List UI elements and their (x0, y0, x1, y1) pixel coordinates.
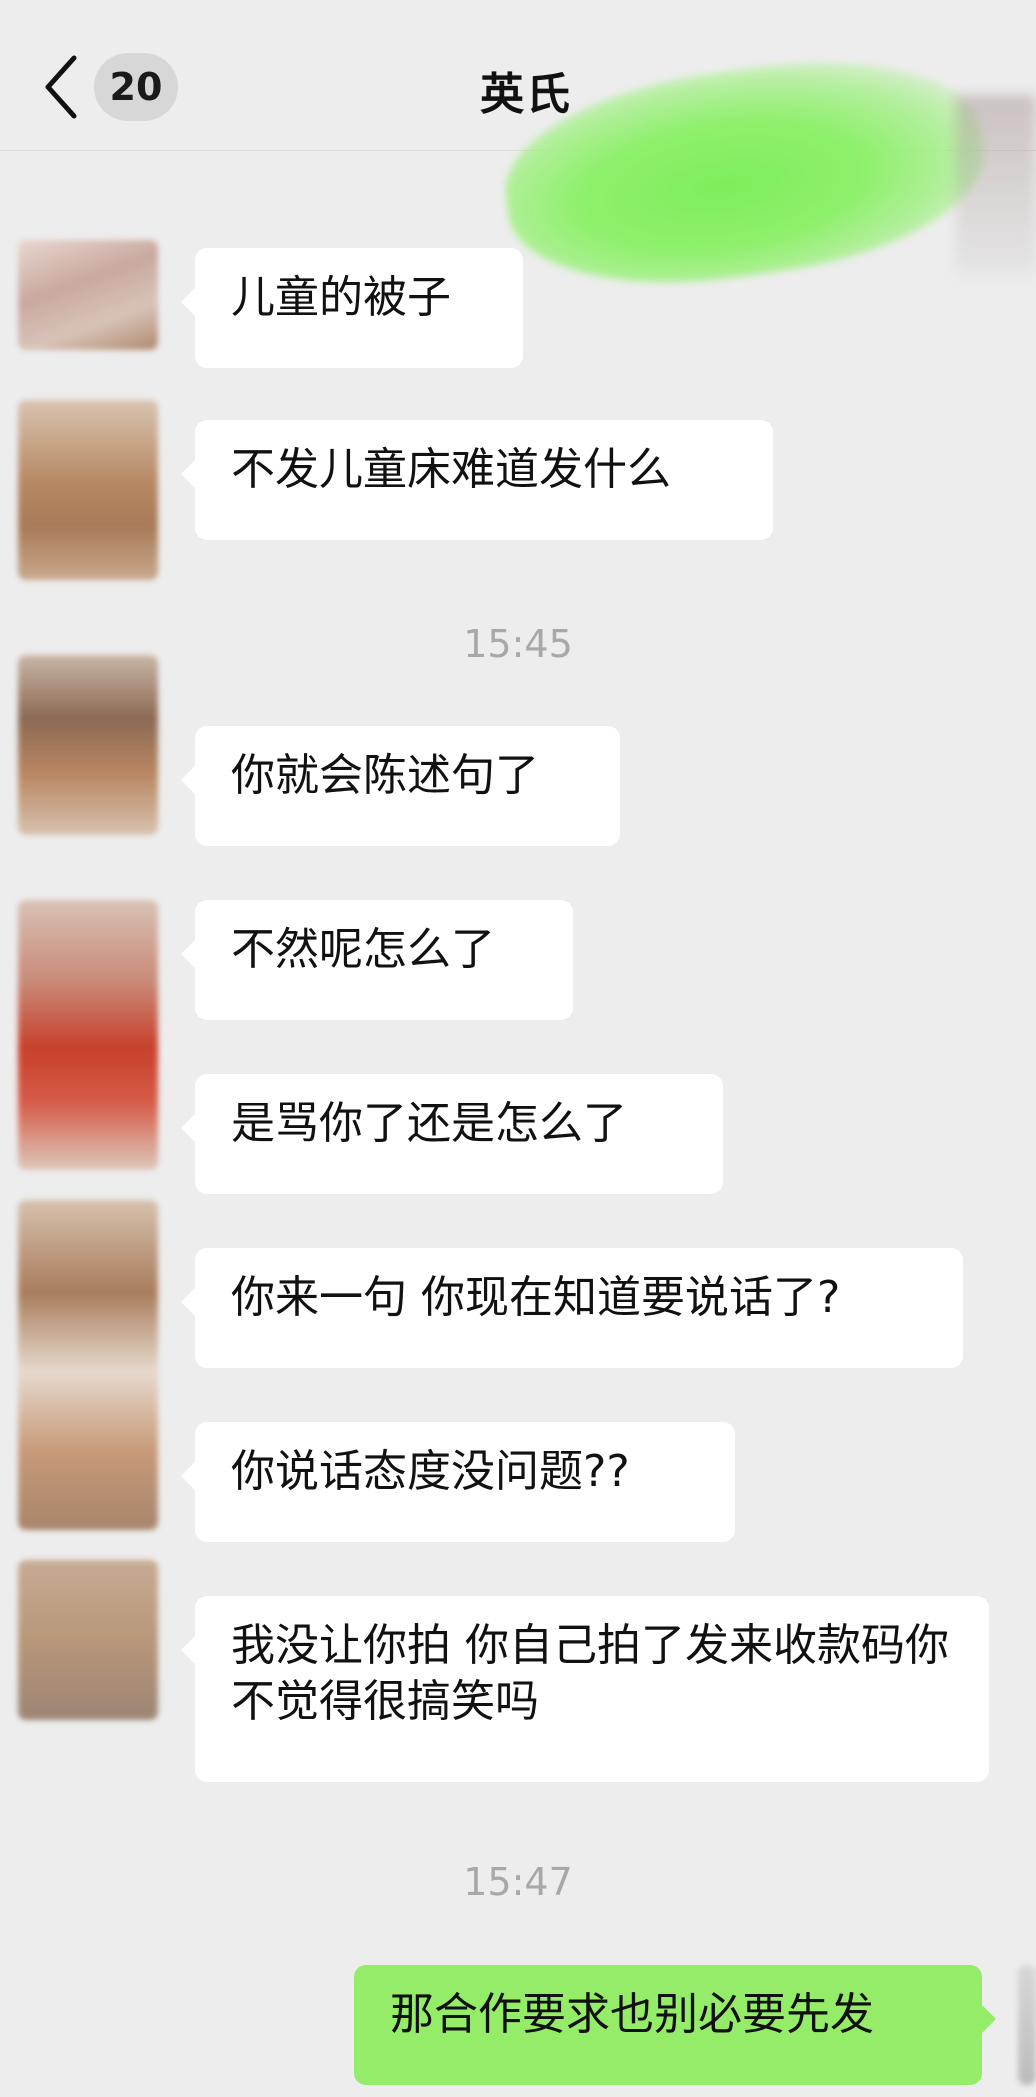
self-avatar[interactable] (1018, 1965, 1036, 2085)
avatar[interactable] (18, 900, 158, 1170)
message-bubble-incoming[interactable]: 你来一句 你现在知道要说话了? (181, 1248, 963, 1368)
timestamp: 15:47 (463, 1860, 573, 1904)
chevron-left-icon (45, 55, 77, 119)
message-bubble-outgoing[interactable]: 那合作要求也别必要先发 (354, 1965, 996, 2085)
back-button[interactable]: 20 (40, 48, 200, 126)
avatar[interactable] (18, 240, 158, 350)
message-bubble-incoming[interactable]: 不然呢怎么了 (181, 900, 573, 1020)
redaction-smudge (956, 95, 1036, 275)
message-bubble-incoming[interactable]: 你就会陈述句了 (181, 726, 620, 846)
message-bubble-incoming[interactable]: 你说话态度没问题?? (181, 1422, 735, 1542)
unread-count-badge: 20 (94, 53, 178, 121)
avatar[interactable] (18, 1200, 158, 1530)
avatar[interactable] (18, 655, 158, 835)
message-bubble-incoming[interactable]: 不发儿童床难道发什么 (181, 420, 773, 540)
timestamp: 15:45 (463, 622, 573, 666)
chat-title: 英氏 (480, 69, 572, 120)
avatar[interactable] (18, 1560, 158, 1720)
message-bubble-incoming[interactable]: 我没让你拍 你自己拍了发来收款码你不觉得很搞笑吗 (181, 1596, 989, 1782)
avatar[interactable] (18, 400, 158, 580)
message-bubble-incoming[interactable]: 是骂你了还是怎么了 (181, 1074, 723, 1194)
message-bubble-incoming[interactable]: 儿童的被子 (181, 248, 523, 368)
